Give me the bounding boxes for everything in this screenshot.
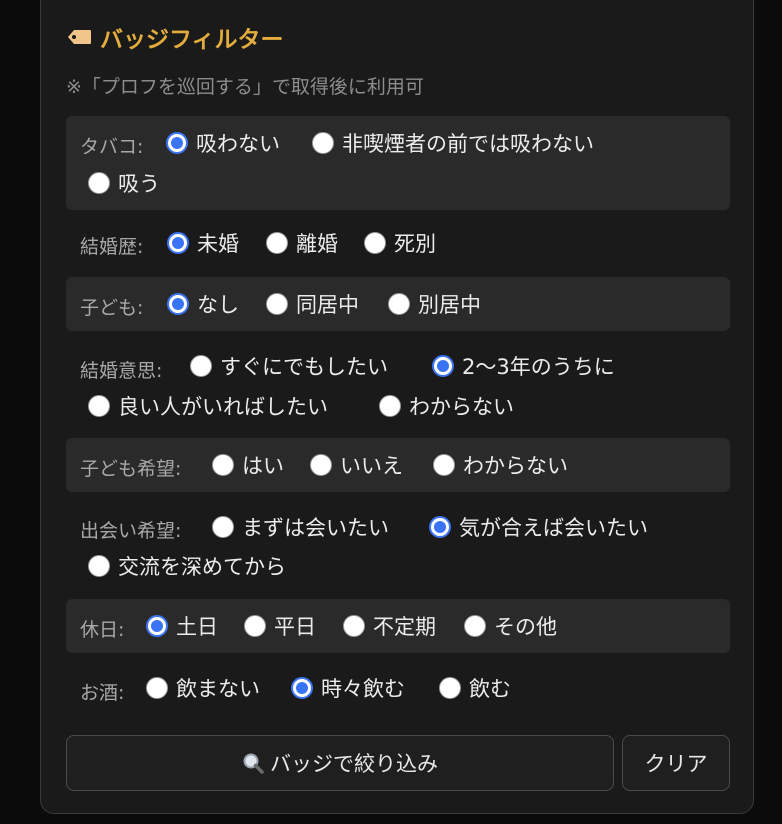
radio-button[interactable] bbox=[379, 395, 401, 417]
radio-button[interactable] bbox=[146, 677, 168, 699]
filter-row-marriage-intent: 結婚意思: すぐにでもしたい 2〜3年のうちに 良い人がいればしたい わからない bbox=[66, 338, 730, 432]
radio-option-tobacco-not-near-nonsmokers[interactable]: 非喫煙者の前では吸わない bbox=[312, 128, 594, 158]
radio-option-if-good-person[interactable]: 良い人がいればしたい bbox=[88, 391, 328, 421]
panel-title-text: バッジフィルター bbox=[100, 27, 284, 53]
filter-label-marriage-history: 結婚歴: bbox=[80, 236, 144, 258]
radio-button[interactable] bbox=[364, 232, 386, 254]
clear-button-label: クリア bbox=[644, 752, 708, 776]
filter-row-children-wish: 子ども希望: はい いいえ わからない bbox=[66, 438, 730, 492]
radio-button[interactable] bbox=[166, 132, 188, 154]
radio-button[interactable] bbox=[167, 232, 189, 254]
radio-option-within-2-3-years[interactable]: 2〜3年のうちに bbox=[432, 351, 615, 381]
filter-label-holiday: 休日: bbox=[80, 619, 125, 641]
radio-button[interactable] bbox=[244, 615, 266, 637]
radio-option-children-living-together[interactable]: 同居中 bbox=[266, 289, 359, 319]
filter-row-tobacco: タバコ: 吸わない 非喫煙者の前では吸わない 吸う bbox=[66, 116, 730, 210]
radio-option-weekends[interactable]: 土日 bbox=[146, 611, 218, 641]
radio-button[interactable] bbox=[439, 677, 461, 699]
radio-option-divorced[interactable]: 離婚 bbox=[266, 228, 338, 258]
radio-option-unmarried[interactable]: 未婚 bbox=[167, 228, 239, 258]
radio-option-meet-if-compatible[interactable]: 気が合えば会いたい bbox=[429, 512, 648, 542]
radio-button[interactable] bbox=[88, 395, 110, 417]
radio-option-wish-unsure[interactable]: わからない bbox=[433, 450, 568, 480]
radio-option-meet-first[interactable]: まずは会いたい bbox=[212, 512, 389, 542]
panel-title: バッジフィルター bbox=[66, 20, 284, 54]
radio-option-no-drink[interactable]: 飲まない bbox=[146, 673, 260, 703]
radio-button[interactable] bbox=[88, 555, 110, 577]
radio-option-widowed[interactable]: 死別 bbox=[364, 228, 436, 258]
radio-option-no-children[interactable]: なし bbox=[167, 289, 239, 319]
radio-option-tobacco-smoker[interactable]: 吸う bbox=[88, 168, 160, 198]
filter-label-children-wish: 子ども希望: bbox=[80, 458, 182, 480]
filter-row-children: 子ども: なし 同居中 別居中 bbox=[66, 277, 730, 331]
filter-row-marriage-history: 結婚歴: 未婚 離婚 死別 bbox=[66, 216, 730, 270]
radio-button[interactable] bbox=[433, 454, 455, 476]
availability-note: ※「プロフを巡回する」で取得後に利用可 bbox=[66, 76, 424, 98]
filter-label-marriage-intent: 結婚意思: bbox=[80, 360, 163, 382]
filter-row-meeting-wish: 出会い希望: まずは会いたい 気が合えば会いたい 交流を深めてから bbox=[66, 498, 730, 592]
filter-label-alcohol: お酒: bbox=[80, 682, 125, 704]
radio-option-holiday-other[interactable]: その他 bbox=[464, 611, 557, 641]
radio-button[interactable] bbox=[388, 293, 410, 315]
radio-button[interactable] bbox=[464, 615, 486, 637]
radio-option-wish-no[interactable]: いいえ bbox=[310, 450, 403, 480]
radio-button[interactable] bbox=[312, 132, 334, 154]
radio-button[interactable] bbox=[212, 454, 234, 476]
radio-option-drink[interactable]: 飲む bbox=[439, 673, 511, 703]
filter-label-tobacco: タバコ: bbox=[80, 136, 144, 158]
radio-button[interactable] bbox=[343, 615, 365, 637]
filter-label-meeting-wish: 出会い希望: bbox=[80, 520, 182, 542]
filter-by-badge-label: バッジで絞り込み bbox=[270, 752, 438, 776]
tag-icon bbox=[68, 30, 91, 44]
radio-option-asap[interactable]: すぐにでもしたい bbox=[190, 351, 388, 381]
filter-by-badge-button[interactable]: バッジで絞り込み bbox=[66, 735, 614, 791]
radio-option-irregular[interactable]: 不定期 bbox=[343, 611, 436, 641]
filter-row-alcohol: お酒: 飲まない 時々飲む 飲む bbox=[66, 660, 730, 714]
magnifier-icon bbox=[243, 753, 264, 774]
radio-button[interactable] bbox=[167, 293, 189, 315]
radio-button[interactable] bbox=[266, 293, 288, 315]
radio-option-marriage-unsure[interactable]: わからない bbox=[379, 391, 514, 421]
radio-button[interactable] bbox=[212, 516, 234, 538]
radio-option-drink-sometimes[interactable]: 時々飲む bbox=[291, 673, 405, 703]
radio-button[interactable] bbox=[146, 615, 168, 637]
clear-button[interactable]: クリア bbox=[622, 735, 730, 791]
radio-option-tobacco-nonsmoker[interactable]: 吸わない bbox=[166, 128, 280, 158]
radio-button[interactable] bbox=[429, 516, 451, 538]
radio-button[interactable] bbox=[266, 232, 288, 254]
radio-button[interactable] bbox=[310, 454, 332, 476]
radio-button[interactable] bbox=[88, 172, 110, 194]
radio-button[interactable] bbox=[432, 355, 454, 377]
radio-button[interactable] bbox=[291, 677, 313, 699]
radio-option-weekdays[interactable]: 平日 bbox=[244, 611, 316, 641]
radio-button[interactable] bbox=[190, 355, 212, 377]
filter-row-holiday: 休日: 土日 平日 不定期 その他 bbox=[66, 599, 730, 653]
radio-option-wish-yes[interactable]: はい bbox=[212, 450, 284, 480]
radio-option-deepen-first[interactable]: 交流を深めてから bbox=[88, 551, 286, 581]
radio-option-children-living-apart[interactable]: 別居中 bbox=[388, 289, 481, 319]
filter-label-children: 子ども: bbox=[80, 297, 144, 319]
